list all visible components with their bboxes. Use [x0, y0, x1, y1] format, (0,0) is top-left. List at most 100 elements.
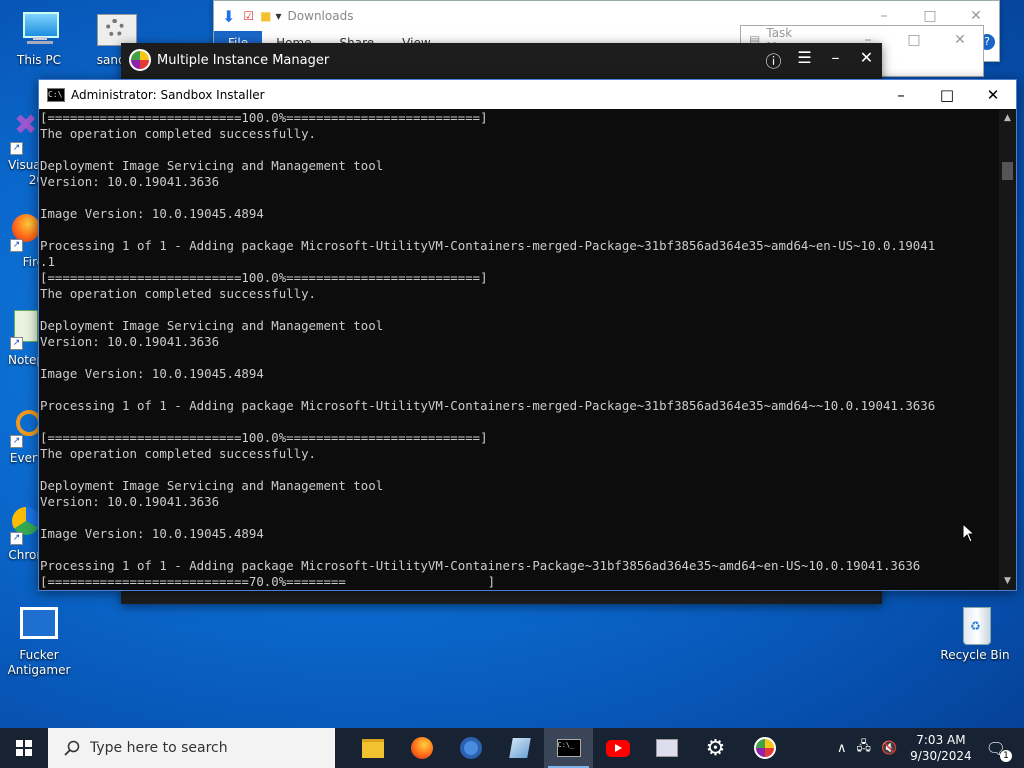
volume-muted-icon[interactable]: 🔇 — [881, 741, 897, 756]
quick-access-dropdown-icon[interactable]: ▾ — [276, 9, 282, 23]
console-line: Image Version: 10.0.19045.4894 — [40, 366, 264, 381]
shortcut-arrow-icon: ↗ — [10, 435, 23, 448]
console-line: Processing 1 of 1 - Adding package Micro… — [40, 398, 936, 413]
maximize-button[interactable]: □ — [891, 32, 937, 48]
console-line: .1 — [40, 254, 55, 269]
properties-icon[interactable]: ☑ — [243, 9, 254, 23]
search-icon — [64, 740, 80, 756]
close-button[interactable]: ✕ — [937, 32, 983, 48]
maximize-button[interactable]: □ — [924, 86, 970, 104]
console-line: Processing 1 of 1 - Adding package Micro… — [40, 558, 921, 573]
console-line: [==========================100.0%=======… — [40, 110, 488, 125]
chromium-icon — [459, 737, 482, 759]
console-icon: C:\ — [47, 87, 65, 102]
taskbar: Type here to search C:\_ ⚙ ∧ 🖧 🔇 7:03 AM… — [0, 728, 1024, 768]
shortcut-arrow-icon: ↗ — [10, 239, 23, 252]
desktop-icon-this-pc[interactable]: This PC — [2, 10, 76, 68]
close-button[interactable]: ✕ — [970, 86, 1016, 104]
taskbar-clock[interactable]: 7:03 AM 9/30/2024 — [910, 732, 972, 764]
computer-icon — [17, 10, 61, 50]
clock-time: 7:03 AM — [916, 733, 966, 747]
console-line: Deployment Image Servicing and Managemen… — [40, 318, 384, 333]
mim-titlebar[interactable]: Multiple Instance Manager ⓘ ☰ – ✕ — [121, 43, 882, 77]
taskbar-chromium[interactable] — [446, 728, 495, 768]
desktop-icon-recycle-bin[interactable]: ♻ Recycle Bin — [938, 605, 1012, 663]
network-icon[interactable]: 🖧 — [856, 737, 871, 759]
console-line: [===========================70.0%=======… — [40, 574, 496, 589]
visual-studio-icon: ✖ ↗ — [10, 111, 40, 155]
scrollbar-thumb[interactable] — [1002, 162, 1013, 180]
gear-icon: ⚙ — [705, 735, 726, 761]
desktop-icon-label: Recycle Bin — [940, 648, 1010, 662]
command-prompt-icon: C:\_ — [556, 739, 581, 757]
help-icon[interactable]: ⓘ — [758, 48, 789, 72]
windows-logo-icon — [16, 740, 32, 756]
console-line: Image Version: 10.0.19045.4894 — [40, 526, 264, 541]
shortcut-arrow-icon: ↗ — [10, 142, 23, 155]
console-line: Deployment Image Servicing and Managemen… — [40, 478, 384, 493]
scroll-up-arrow-icon[interactable]: ▲ — [999, 110, 1016, 127]
console-line: The operation completed successfully. — [40, 126, 317, 141]
console-line: [==========================100.0%=======… — [40, 430, 488, 445]
taskbar-multiple-instance-manager[interactable] — [740, 728, 789, 768]
shortcut-arrow-icon: ↗ — [10, 532, 23, 545]
taskbar-file-explorer[interactable] — [348, 728, 397, 768]
desktop-icon-fucker-antigamer[interactable]: Fucker Antigamer — [2, 605, 76, 678]
mouse-cursor-icon — [962, 523, 976, 543]
sandbox-icon — [508, 738, 531, 758]
desktop-icon-label: Fucker Antigamer — [7, 648, 71, 677]
sandbox-installer-console-window[interactable]: C:\ Administrator: Sandbox Installer – □… — [38, 79, 1017, 591]
taskbar-youtube[interactable] — [593, 728, 642, 768]
console-line: Processing 1 of 1 - Adding package Micro… — [40, 238, 936, 253]
youtube-icon — [605, 739, 630, 757]
minimize-button[interactable]: – — [861, 8, 907, 24]
explorer-title: Downloads — [287, 9, 354, 23]
maximize-button[interactable]: □ — [907, 8, 953, 24]
mim-logo-icon — [753, 737, 776, 759]
notification-center-button[interactable]: 🗨 1 — [986, 739, 1012, 762]
taskbar-settings[interactable]: ⚙ — [691, 728, 740, 768]
close-button[interactable]: ✕ — [953, 8, 999, 24]
notepad-icon: ↗ — [10, 310, 40, 350]
console-line: Deployment Image Servicing and Managemen… — [40, 158, 384, 173]
taskbar-search-box[interactable]: Type here to search — [48, 728, 335, 768]
console-line: Version: 10.0.19041.3636 — [40, 334, 220, 349]
start-button[interactable] — [0, 728, 48, 768]
show-hidden-icons-chevron-icon[interactable]: ∧ — [837, 741, 847, 756]
menu-icon[interactable]: ☰ — [789, 48, 820, 72]
minimize-button[interactable]: – — [878, 86, 924, 104]
console-line: Version: 10.0.19041.3636 — [40, 174, 220, 189]
scroll-down-arrow-icon[interactable]: ▼ — [999, 573, 1016, 590]
firefox-icon — [410, 737, 433, 759]
notification-count-badge: 1 — [1000, 749, 1012, 762]
folder-icon[interactable]: ■ — [260, 9, 271, 23]
download-arrow-icon: ⬇ — [222, 6, 236, 26]
console-titlebar[interactable]: C:\ Administrator: Sandbox Installer – □… — [39, 80, 1016, 109]
minimize-button[interactable]: – — [820, 48, 851, 72]
recycle-bin-icon: ♻ — [953, 605, 997, 645]
console-output[interactable]: [==========================100.0%=======… — [39, 110, 1000, 590]
firefox-icon: ↗ — [10, 212, 40, 252]
mim-logo-icon — [129, 49, 151, 71]
taskbar-firefox[interactable] — [397, 728, 446, 768]
close-button[interactable]: ✕ — [851, 48, 882, 72]
taskbar-remote-app[interactable] — [642, 728, 691, 768]
chrome-icon: ↗ — [10, 505, 40, 545]
console-scrollbar[interactable]: ▲ ▼ — [999, 110, 1016, 590]
mim-title: Multiple Instance Manager — [157, 52, 330, 68]
image-viewer-icon — [655, 739, 678, 757]
taskbar-command-prompt[interactable]: C:\_ — [544, 728, 593, 768]
console-line: Version: 10.0.19041.3636 — [40, 494, 220, 509]
console-line: [==========================100.0%=======… — [40, 270, 488, 285]
console-line: The operation completed successfully. — [40, 446, 317, 461]
taskbar-sandboxie[interactable] — [495, 728, 544, 768]
